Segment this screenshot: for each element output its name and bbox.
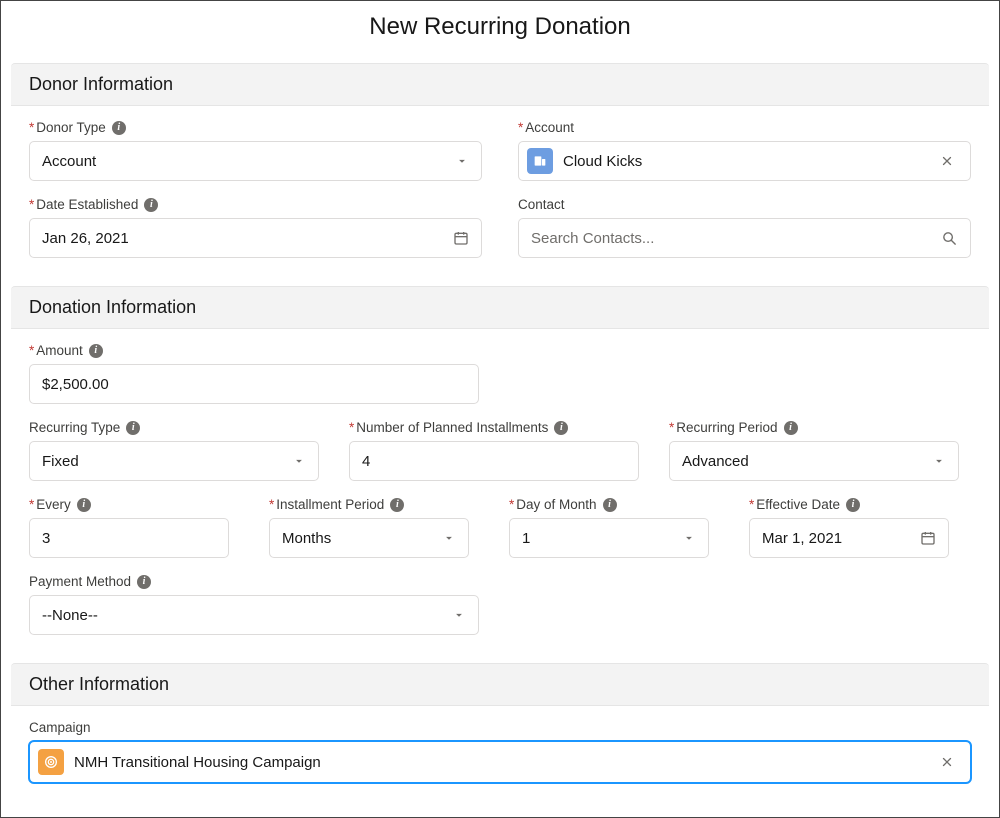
- label-account-text: Account: [525, 120, 574, 135]
- label-payment-method: Payment Method i: [29, 574, 479, 589]
- installment-period-select[interactable]: Months: [269, 518, 469, 558]
- label-planned-installments: *Number of Planned Installments i: [349, 420, 639, 435]
- chevron-down-icon: [682, 531, 696, 545]
- installment-period-value: Months: [282, 530, 331, 547]
- label-campaign-text: Campaign: [29, 720, 91, 735]
- info-icon[interactable]: i: [89, 344, 103, 358]
- label-recurring-period: *Recurring Period i: [669, 420, 959, 435]
- modal-new-recurring-donation: New Recurring Donation Donor Information…: [0, 0, 1000, 818]
- recurring-type-select[interactable]: Fixed: [29, 441, 319, 481]
- info-icon[interactable]: i: [126, 421, 140, 435]
- page-title: New Recurring Donation: [1, 1, 999, 55]
- label-every-text: Every: [36, 497, 71, 512]
- info-icon[interactable]: i: [390, 498, 404, 512]
- info-icon[interactable]: i: [784, 421, 798, 435]
- effective-date-value: Mar 1, 2021: [762, 530, 842, 547]
- label-recurring-period-text: Recurring Period: [676, 420, 777, 435]
- contact-search-field[interactable]: [531, 219, 941, 257]
- label-effective-date-text: Effective Date: [756, 497, 840, 512]
- planned-installments-input[interactable]: [349, 441, 639, 481]
- day-of-month-value: 1: [522, 530, 530, 547]
- label-installment-period-text: Installment Period: [276, 497, 384, 512]
- search-icon: [941, 230, 958, 247]
- effective-date-input[interactable]: Mar 1, 2021: [749, 518, 949, 558]
- clear-account-button[interactable]: [936, 150, 958, 172]
- section-body-donation: *Amount i Recurring Type i Fixed: [11, 329, 989, 655]
- account-value: Cloud Kicks: [563, 153, 926, 170]
- chevron-down-icon: [932, 454, 946, 468]
- chevron-down-icon: [442, 531, 456, 545]
- label-planned-installments-text: Number of Planned Installments: [356, 420, 548, 435]
- label-payment-method-text: Payment Method: [29, 574, 131, 589]
- date-established-value: Jan 26, 2021: [42, 230, 129, 247]
- label-effective-date: *Effective Date i: [749, 497, 949, 512]
- label-contact-text: Contact: [518, 197, 565, 212]
- label-day-of-month: *Day of Month i: [509, 497, 709, 512]
- label-contact: Contact: [518, 197, 971, 212]
- info-icon[interactable]: i: [603, 498, 617, 512]
- chevron-down-icon: [292, 454, 306, 468]
- label-every: *Every i: [29, 497, 229, 512]
- campaign-value: NMH Transitional Housing Campaign: [74, 754, 926, 771]
- every-field[interactable]: [42, 519, 216, 557]
- recurring-period-value: Advanced: [682, 453, 749, 470]
- account-icon: [527, 148, 553, 174]
- label-account: *Account: [518, 120, 971, 135]
- donor-type-value: Account: [42, 153, 96, 170]
- section-header-donation: Donation Information: [11, 286, 989, 329]
- info-icon[interactable]: i: [554, 421, 568, 435]
- label-date-established-text: Date Established: [36, 197, 138, 212]
- section-header-other: Other Information: [11, 663, 989, 706]
- amount-input[interactable]: [29, 364, 479, 404]
- every-input[interactable]: [29, 518, 229, 558]
- calendar-icon: [920, 530, 936, 546]
- chevron-down-icon: [455, 154, 469, 168]
- recurring-type-value: Fixed: [42, 453, 79, 470]
- info-icon[interactable]: i: [137, 575, 151, 589]
- contact-search-input[interactable]: [518, 218, 971, 258]
- calendar-icon: [453, 230, 469, 246]
- planned-installments-field[interactable]: [362, 442, 626, 480]
- chevron-down-icon: [452, 608, 466, 622]
- label-donor-type-text: Donor Type: [36, 120, 106, 135]
- date-established-input[interactable]: Jan 26, 2021: [29, 218, 482, 258]
- info-icon[interactable]: i: [77, 498, 91, 512]
- day-of-month-select[interactable]: 1: [509, 518, 709, 558]
- label-recurring-type-text: Recurring Type: [29, 420, 120, 435]
- label-campaign: Campaign: [29, 720, 971, 735]
- section-body-donor: *Donor Type i Account *Account: [11, 106, 989, 278]
- donor-type-select[interactable]: Account: [29, 141, 482, 181]
- label-day-of-month-text: Day of Month: [516, 497, 596, 512]
- campaign-icon: [38, 749, 64, 775]
- campaign-lookup[interactable]: NMH Transitional Housing Campaign: [29, 741, 971, 783]
- label-installment-period: *Installment Period i: [269, 497, 469, 512]
- label-recurring-type: Recurring Type i: [29, 420, 319, 435]
- info-icon[interactable]: i: [144, 198, 158, 212]
- account-lookup[interactable]: Cloud Kicks: [518, 141, 971, 181]
- label-amount-text: Amount: [36, 343, 83, 358]
- recurring-period-select[interactable]: Advanced: [669, 441, 959, 481]
- label-donor-type: *Donor Type i: [29, 120, 482, 135]
- label-amount: *Amount i: [29, 343, 479, 358]
- section-body-other: Campaign NMH Transitional Housing Campai…: [11, 706, 989, 787]
- payment-method-value: --None--: [42, 607, 98, 624]
- payment-method-select[interactable]: --None--: [29, 595, 479, 635]
- clear-campaign-button[interactable]: [936, 751, 958, 773]
- info-icon[interactable]: i: [846, 498, 860, 512]
- section-header-donor: Donor Information: [11, 63, 989, 106]
- info-icon[interactable]: i: [112, 121, 126, 135]
- amount-field[interactable]: [42, 365, 466, 403]
- label-date-established: *Date Established i: [29, 197, 482, 212]
